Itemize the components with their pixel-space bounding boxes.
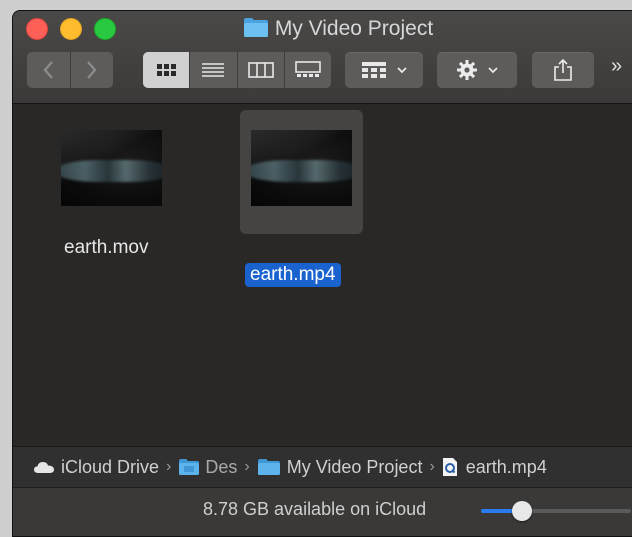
- double-chevron-icon: »: [611, 55, 622, 77]
- chevron-left-icon: [43, 61, 54, 79]
- slider-knob[interactable]: [512, 501, 532, 521]
- gear-icon: [457, 60, 477, 80]
- path-item-desktop[interactable]: Des: [178, 457, 237, 478]
- file-name: earth.mov: [64, 237, 149, 258]
- forward-button[interactable]: [70, 52, 113, 88]
- path-separator: ›: [244, 458, 250, 475]
- window-title: My Video Project: [13, 16, 632, 45]
- action-menu-button[interactable]: [437, 52, 517, 88]
- chevron-down-icon: [397, 67, 407, 74]
- group-icon: [362, 62, 386, 78]
- chevron-right-icon: [86, 61, 97, 79]
- back-button[interactable]: [27, 52, 71, 88]
- available-space-text: 8.78 GB available on iCloud: [203, 499, 427, 519]
- finder-window: My Video Project » earth.mov earth.mp4 i…: [12, 10, 632, 537]
- gallery-view-button[interactable]: [284, 52, 331, 88]
- video-thumbnail: [251, 130, 352, 206]
- view-mode-control: [143, 52, 331, 88]
- list-icon: [202, 63, 225, 77]
- cloud-icon: [34, 462, 54, 473]
- chevron-down-icon: [488, 67, 498, 74]
- icon-size-slider[interactable]: [481, 501, 631, 521]
- toolbar-overflow-button[interactable]: »: [611, 55, 622, 78]
- path-bar: iCloud Drive › Des › My Video Project › …: [13, 446, 632, 487]
- gallery-icon: [295, 61, 321, 77]
- path-separator: ›: [166, 458, 172, 475]
- columns-icon: [247, 62, 274, 78]
- toolbar: My Video Project »: [13, 11, 632, 104]
- window-title-text: My Video Project: [274, 17, 434, 40]
- video-thumbnail: [61, 130, 162, 206]
- path-item-icloud-drive[interactable]: iCloud Drive: [33, 457, 159, 478]
- grid-icon: [157, 64, 177, 76]
- group-by-button[interactable]: [345, 52, 423, 88]
- file-name: earth.mp4: [245, 263, 341, 287]
- share-button[interactable]: [532, 52, 594, 88]
- share-icon: [554, 58, 572, 81]
- path-item-earth-mp4[interactable]: earth.mp4: [442, 457, 547, 478]
- icon-view-button[interactable]: [143, 52, 191, 88]
- folder-icon: [243, 16, 269, 45]
- back-forward-control: [27, 52, 113, 88]
- path-separator: ›: [429, 458, 435, 475]
- column-view-button[interactable]: [237, 52, 285, 88]
- quicktime-file-icon: [442, 458, 457, 476]
- file-area[interactable]: earth.mov earth.mp4: [13, 104, 632, 446]
- path-item-my-video-project[interactable]: My Video Project: [257, 457, 422, 478]
- list-view-button[interactable]: [190, 52, 238, 88]
- folder-icon: [257, 459, 280, 475]
- folder-icon: [179, 459, 200, 475]
